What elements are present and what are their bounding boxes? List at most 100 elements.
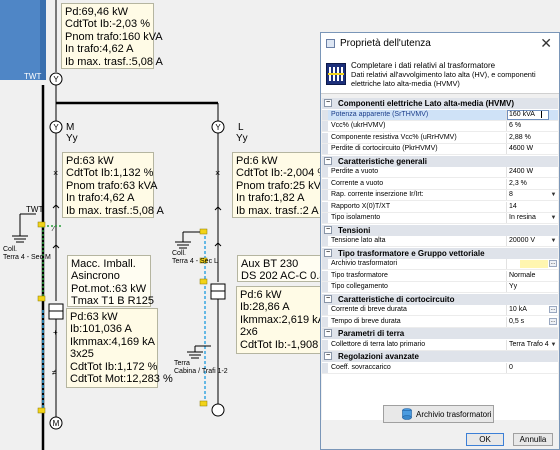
info-line: Asincrono [71,270,120,283]
row-gutter [322,144,328,154]
chevron-down-icon[interactable]: ▼ [550,237,557,245]
svg-text:M: M [53,419,60,428]
motor-info[interactable]: Macc. Imball. Asincrono Pot.mot.:63 kW T… [67,255,154,307]
left-earth-label: Coll. Terra 4 - Sec M [3,246,51,262]
property-value[interactable]: 0,5 s... [506,316,558,327]
ellipsis-button-icon[interactable]: ... [549,260,557,267]
section-header[interactable]: − Tipo trasformatore e Gruppo vettoriale [322,247,558,259]
property-name: Tipo collegamento [331,283,388,290]
property-row[interactable]: Tipo isolamento In resina ▼ [322,213,558,224]
info-line: Ib max. trasf.:5,08 A [66,204,164,217]
close-icon[interactable]: ✕ [540,36,552,50]
property-row[interactable]: Perdite di cortocircuito (PkrHVMV) 4600 W [322,144,558,155]
collapse-icon[interactable]: − [324,352,332,360]
property-value[interactable]: 6 % [506,121,558,131]
section-title: Caratteristiche di cortocircuito [338,294,455,304]
row-gutter [322,282,328,292]
property-value[interactable]: Yy [506,282,558,292]
property-row[interactable]: Perdite a vuoto 2400 W [322,167,558,178]
cancel-button[interactable]: Annulla [513,433,553,446]
property-row[interactable]: Tipo collegamento Yy [322,282,558,293]
ellipsis-button-icon[interactable]: ... [549,306,557,313]
ellipsis-button-icon[interactable]: ... [549,317,557,325]
section-header[interactable]: − Parametri di terra [322,328,558,339]
property-value[interactable]: Normale [506,270,558,281]
value-edit-field[interactable]: 160 kVA [507,109,549,120]
collapse-icon[interactable]: − [324,248,332,257]
property-row[interactable]: Rapporto X(0)T/XT 14 [322,201,558,213]
collapse-icon[interactable]: − [324,329,332,337]
property-row[interactable]: Collettore di terra lato primario Terra T… [322,339,558,351]
chevron-down-icon[interactable]: ▼ [550,191,557,199]
user-properties-dialog[interactable]: Proprietà dell'utenza ✕ Completare i dat… [320,32,560,450]
property-name: Corrente di breve durata [331,306,407,313]
info-line: CdtTot Ib:1,132 % [66,167,154,180]
property-row[interactable]: Vcc% (ukrHVMV) 6 % [322,121,558,132]
section-title: Tipo trasformatore e Gruppo vettoriale [338,248,485,258]
right-transformer-info[interactable]: Pd:6 kW CdtTot Ib:-2,004 % Pnom trafo:25… [232,152,328,218]
dialog-titlebar[interactable]: Proprietà dell'utenza ✕ [321,33,559,56]
row-gutter [322,316,328,327]
row-gutter [322,236,328,246]
collapse-icon[interactable]: − [324,99,332,107]
property-value[interactable]: 2400 W [506,167,558,177]
property-value[interactable]: 10 kA... [506,305,558,315]
section-header[interactable]: − Regolazioni avanzate [322,351,558,362]
section-header[interactable]: − Tensioni [322,224,558,236]
property-row[interactable]: Corrente di breve durata 10 kA... [322,305,558,316]
property-row[interactable]: Tensione lato alta 20000 V ▼ [322,236,558,247]
property-value[interactable]: 20000 V ▼ [506,236,558,246]
property-row[interactable]: Coeff. sovraccarico 0 [322,362,558,374]
property-name: Rapporto X(0)T/XT [331,202,391,210]
property-row[interactable]: Tempo di breve durata 0,5 s... [322,316,558,328]
right-earth-label: Coll. Terra 4 - Sec L [172,250,218,266]
property-value[interactable]: 4600 W [506,144,558,154]
section-header[interactable]: − Caratteristiche generali [322,155,558,167]
collapse-icon[interactable]: − [324,156,332,165]
row-gutter [322,178,328,189]
property-row[interactable]: Archivio trasformatori... [322,259,558,270]
property-row[interactable]: Corrente a vuoto 2,3 % [322,178,558,190]
header-description: Dati relativi all'avvolgimento lato alta… [351,70,536,88]
property-value[interactable]: 8 ▼ [506,190,558,200]
section-header[interactable]: − Componenti elettriche Lato alta-media (… [322,98,558,109]
collapse-icon[interactable]: − [324,225,332,234]
property-row[interactable]: Tipo trasformatore Normale [322,270,558,282]
chevron-down-icon[interactable]: ▼ [550,214,557,222]
property-row[interactable]: Componente resistiva Vcc% (uRrHVMV) 2,88 … [322,132,558,144]
transformer-archive-button[interactable]: Archivio trasformatori [383,405,494,423]
left-earth-label-text: Coll. Terra 4 - Sec M [3,246,51,261]
property-value[interactable]: 160 kVA [506,109,558,120]
property-grid[interactable]: − Componenti elettriche Lato alta-media (… [322,98,558,420]
property-row[interactable]: Rap. corrente inserzione Ir/Irt: 8 ▼ [322,190,558,201]
left-load-info[interactable]: Pd:63 kW Ib:101,036 A Ikmmax:4,169 kA 3x… [66,308,173,388]
property-row[interactable]: Potenza apparente (SrTHVMV) 160 kVA [322,109,558,121]
info-line: CdtTot Ib:-2,03 % [65,18,150,31]
right-load-info[interactable]: Pd:6 kW Ib:28,86 A Ikmmax:2,619 kA 2x6 C… [236,286,331,354]
left-transformer-info[interactable]: Pd:63 kW CdtTot Ib:1,132 % Pnom trafo:63… [62,152,164,218]
info-line: CdtTot Mot:12,283 % [70,373,173,386]
chevron-down-icon[interactable]: ▼ [550,341,557,349]
property-value[interactable]: 2,3 % [506,178,558,189]
top-transformer-block[interactable] [0,0,46,80]
svg-text:≠: ≠ [52,368,57,377]
property-value[interactable]: 0 [506,362,558,373]
section-title: Regolazioni avanzate [338,352,419,361]
property-value[interactable]: 14 [506,201,558,212]
row-gutter [322,190,328,200]
property-name: Perdite di cortocircuito (PkrHVMV) [331,145,438,152]
property-name: Corrente a vuoto [331,179,384,187]
value-text: 8 [509,191,513,198]
aux-info[interactable]: Aux BT 230 DS 202 AC-C 0.3 [237,255,325,282]
property-value[interactable]: 2,88 % [506,132,558,143]
cabin-earth-label-text: Terra Cabina / Trafi 1-2 [174,360,228,375]
top-transformer-info[interactable]: Pd:69,46 kW CdtTot Ib:-2,03 % Pnom trafo… [61,3,163,69]
property-value[interactable]: ... [506,259,558,269]
section-header[interactable]: − Caratteristiche di cortocircuito [322,293,558,305]
property-value[interactable]: In resina ▼ [506,213,558,223]
right-load-symbol[interactable] [211,403,225,417]
property-value[interactable]: Terra Trafo 4 ▼ [506,339,558,350]
collapse-icon[interactable]: − [324,294,332,303]
property-name: Coeff. sovraccarico [331,363,391,371]
ok-button[interactable]: OK [466,433,504,446]
